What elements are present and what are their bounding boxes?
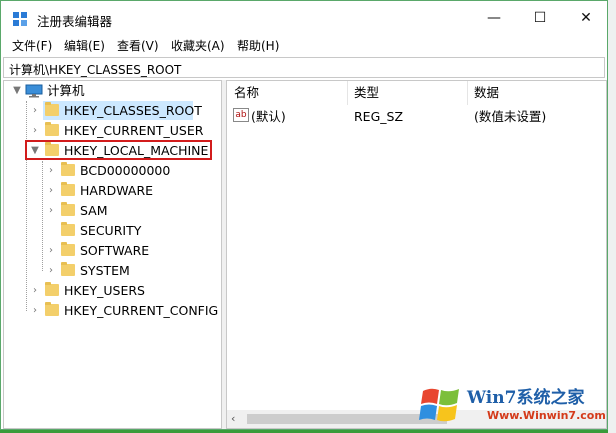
menu-help[interactable]: 帮助(H) [237, 37, 279, 54]
tree-node-hkey-classes-root[interactable]: › HKEY_CLASSES_ROOT [4, 101, 221, 121]
windows-logo-icon [419, 388, 459, 422]
expand-arrow-icon[interactable]: › [46, 241, 56, 261]
close-button[interactable]: ✕ [563, 1, 607, 35]
desktop-background-right [608, 0, 616, 433]
folder-icon [61, 182, 75, 196]
expand-arrow-icon[interactable]: › [46, 181, 56, 201]
column-separator[interactable] [467, 81, 468, 105]
menu-bar: 文件(F) 编辑(E) 查看(V) 收藏夹(A) 帮助(H) [1, 35, 607, 55]
tree-node-software[interactable]: › SOFTWARE [4, 241, 221, 261]
tree-node-hkey-current-config[interactable]: › HKEY_CURRENT_CONFIG [4, 301, 221, 321]
expand-arrow-icon[interactable]: › [46, 161, 56, 181]
address-text: 计算机\HKEY_CLASSES_ROOT [9, 63, 182, 77]
tree-label: HARDWARE [80, 183, 154, 198]
tree-node-security[interactable]: SECURITY [4, 221, 221, 241]
tree-node-hkey-current-user[interactable]: › HKEY_CURRENT_USER [4, 121, 221, 141]
folder-icon [45, 282, 59, 296]
menu-file[interactable]: 文件(F) [12, 37, 52, 54]
value-name: (默认) [251, 109, 286, 124]
watermark-url: Www.Winwin7.com [487, 409, 606, 422]
expand-arrow-icon[interactable]: › [46, 261, 56, 281]
tree-node-bcd[interactable]: › BCD00000000 [4, 161, 221, 181]
tree-label: SOFTWARE [80, 243, 150, 258]
menu-favorites[interactable]: 收藏夹(A) [171, 37, 225, 54]
value-type: REG_SZ [354, 109, 404, 124]
folder-icon [45, 122, 59, 136]
tree-node-sam[interactable]: › SAM [4, 201, 221, 221]
folder-icon [45, 102, 59, 116]
tree-label-computer: 计算机 [47, 83, 85, 98]
minimize-icon: — [487, 10, 501, 26]
menu-edit[interactable]: 编辑(E) [64, 37, 105, 54]
expand-arrow-icon[interactable]: › [30, 121, 40, 141]
tree-node-hkey-users[interactable]: › HKEY_USERS [4, 281, 221, 301]
expand-arrow-icon[interactable]: › [46, 201, 56, 221]
folder-icon [61, 202, 75, 216]
tree-node-hardware[interactable]: › HARDWARE [4, 181, 221, 201]
close-icon: ✕ [580, 10, 592, 26]
registry-editor-window: 注册表编辑器 — ☐ ✕ 文件(F) 编辑(E) 查看(V) 收藏夹(A) 帮助… [0, 0, 608, 430]
maximize-icon: ☐ [533, 10, 547, 26]
site-watermark: Win7系统之家 Www.Winwin7.com [419, 379, 607, 429]
annotation-red-box [25, 140, 212, 160]
key-tree-pane[interactable]: ▼ 计算机 › HKEY_CLASSES_ROOT › HKEY_CURRENT… [3, 80, 222, 429]
scrollbar-thumb[interactable] [247, 414, 447, 424]
expand-arrow-icon[interactable]: › [30, 301, 40, 321]
computer-icon [25, 84, 43, 98]
expand-arrow-icon[interactable]: › [30, 281, 40, 301]
expand-arrow-icon[interactable]: › [30, 101, 40, 121]
folder-icon [61, 222, 75, 236]
tree-label: HKEY_CURRENT_CONFIG [64, 303, 219, 318]
title-bar[interactable]: 注册表编辑器 — ☐ ✕ [1, 1, 607, 35]
watermark-brand: Win7系统之家 [467, 388, 585, 408]
tree-label: HKEY_CLASSES_ROOT [64, 103, 202, 118]
column-header-type[interactable]: 类型 [354, 81, 379, 105]
folder-icon [45, 302, 59, 316]
maximize-button[interactable]: ☐ [517, 1, 563, 35]
minimize-button[interactable]: — [471, 1, 517, 35]
collapse-arrow-icon[interactable]: ▼ [12, 81, 22, 101]
menu-view[interactable]: 查看(V) [117, 37, 159, 54]
registry-editor-app-icon [13, 12, 27, 26]
value-data: (数值未设置) [474, 109, 547, 124]
tree-label: BCD00000000 [80, 163, 171, 178]
address-bar[interactable]: 计算机\HKEY_CLASSES_ROOT [3, 57, 605, 78]
values-list-pane[interactable]: 名称 类型 数据 ab (默认) REG_SZ (数值未设置) ‹ [226, 80, 607, 429]
folder-icon [61, 162, 75, 176]
tree-label: SAM [80, 203, 108, 218]
tree-label: SECURITY [80, 223, 142, 238]
folder-icon [61, 242, 75, 256]
scroll-left-icon[interactable]: ‹ [231, 412, 235, 425]
column-separator[interactable] [347, 81, 348, 105]
tree-label: HKEY_USERS [64, 283, 145, 298]
tree-label: HKEY_CURRENT_USER [64, 123, 204, 138]
column-header-name[interactable]: 名称 [234, 81, 259, 105]
string-value-icon: ab [233, 108, 249, 122]
column-header-data[interactable]: 数据 [474, 81, 499, 105]
tree-node-computer[interactable]: ▼ 计算机 [4, 81, 221, 101]
window-title: 注册表编辑器 [37, 14, 113, 29]
folder-icon [61, 262, 75, 276]
tree-node-system[interactable]: › SYSTEM [4, 261, 221, 281]
tree-label: SYSTEM [80, 263, 130, 278]
